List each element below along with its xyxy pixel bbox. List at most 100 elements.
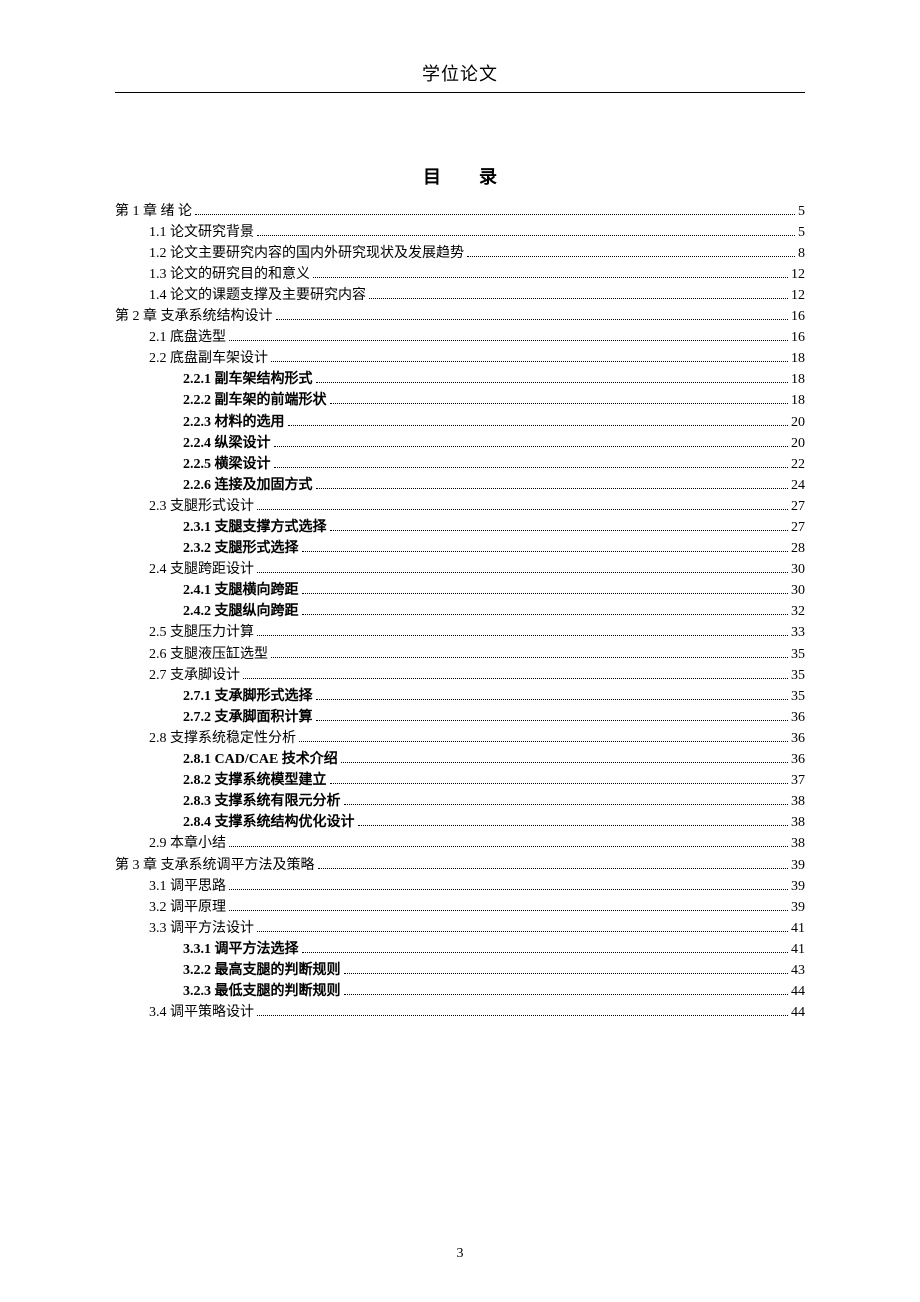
toc-entry-page: 16 <box>791 331 805 345</box>
toc-entry: 第 3 章 支承系统调平方法及策略 39 <box>115 855 805 876</box>
toc-entry-page: 16 <box>791 310 805 324</box>
toc-entry-label: 2.4.2 支腿纵向跨距 <box>183 605 299 619</box>
toc-entry: 2.6 支腿液压缸选型35 <box>115 644 805 665</box>
toc-entry-label: 2.2.2 副车架的前端形状 <box>183 394 327 408</box>
toc-entry: 3.1 调平思路39 <box>115 876 805 897</box>
toc-entry-label: 2.2.3 材料的选用 <box>183 416 285 430</box>
toc-leader-dots <box>229 880 788 890</box>
toc-leader-dots <box>276 310 789 320</box>
toc-entry-label: 3.3 调平方法设计 <box>149 922 254 936</box>
toc-entry: 3.2 调平原理 39 <box>115 897 805 918</box>
toc-leader-dots <box>302 542 789 552</box>
toc-entry: 3.4 调平策略设计44 <box>115 1003 805 1024</box>
toc-entry-label: 2.4 支腿跨距设计 <box>149 563 254 577</box>
toc-entry: 2.3 支腿形式设计27 <box>115 496 805 517</box>
toc-entry-label: 2.7.2 支承脚面积计算 <box>183 711 313 725</box>
toc-entry-label: 3.2 调平原理 <box>149 901 226 915</box>
toc-entry: 第 2 章 支承系统结构设计 16 <box>115 306 805 327</box>
toc-entry: 1.3 论文的研究目的和意义12 <box>115 264 805 285</box>
toc-leader-dots <box>313 268 788 278</box>
toc-entry-page: 12 <box>791 289 805 303</box>
toc-entry-label: 第 2 章 支承系统结构设计 <box>115 310 273 324</box>
toc-entry-page: 39 <box>791 859 805 873</box>
table-of-contents: 第 1 章 绪 论51.1 论文研究背景51.2 论文主要研究内容的国内外研究现… <box>115 201 805 1024</box>
toc-entry-label: 2.8.2 支撑系统模型建立 <box>183 774 327 788</box>
toc-entry: 2.8.3 支撑系统有限元分析38 <box>115 792 805 813</box>
toc-entry: 2.8.1 CAD/CAE 技术介绍 36 <box>115 749 805 770</box>
toc-entry-page: 37 <box>791 774 805 788</box>
toc-leader-dots <box>271 352 788 362</box>
toc-entry-label: 2.9 本章小结 <box>149 837 226 851</box>
toc-leader-dots <box>257 226 795 236</box>
toc-entry: 2.4 支腿跨距设计 30 <box>115 560 805 581</box>
toc-entry-label: 2.3 支腿形式设计 <box>149 500 254 514</box>
toc-entry-page: 30 <box>791 584 805 598</box>
toc-leader-dots <box>330 774 789 784</box>
toc-entry-page: 39 <box>791 901 805 915</box>
toc-entry-page: 5 <box>798 226 805 240</box>
toc-leader-dots <box>316 711 789 721</box>
toc-entry-label: 2.2.5 横梁设计 <box>183 458 271 472</box>
toc-leader-dots <box>330 521 789 531</box>
toc-leader-dots <box>467 247 795 257</box>
toc-entry-label: 3.2.2 最高支腿的判断规则 <box>183 964 341 978</box>
toc-leader-dots <box>229 901 788 911</box>
toc-leader-dots <box>341 753 788 763</box>
toc-entry: 2.5 支腿压力计算33 <box>115 623 805 644</box>
toc-entry-page: 28 <box>791 542 805 556</box>
toc-leader-dots <box>344 795 789 805</box>
toc-leader-dots <box>288 415 789 425</box>
toc-leader-dots <box>369 289 788 299</box>
toc-entry-page: 27 <box>791 521 805 535</box>
toc-entry: 2.4.1 支腿横向跨距30 <box>115 581 805 602</box>
toc-entry-page: 36 <box>791 732 805 746</box>
toc-leader-dots <box>344 985 789 995</box>
toc-leader-dots <box>318 858 789 868</box>
toc-entry: 2.7.2 支承脚面积计算36 <box>115 707 805 728</box>
toc-leader-dots <box>229 837 788 847</box>
toc-entry-page: 38 <box>791 816 805 830</box>
toc-entry: 2.2.4 纵梁设计20 <box>115 433 805 454</box>
toc-entry: 2.8.4 支撑系统结构优化设计38 <box>115 813 805 834</box>
toc-entry: 2.2.3 材料的选用 20 <box>115 412 805 433</box>
toc-entry-page: 41 <box>791 943 805 957</box>
toc-entry-page: 35 <box>791 669 805 683</box>
toc-entry: 3.2.3 最低支腿的判断规则 44 <box>115 981 805 1002</box>
toc-leader-dots <box>195 205 795 215</box>
toc-entry-page: 38 <box>791 795 805 809</box>
toc-entry-label: 3.2.3 最低支腿的判断规则 <box>183 985 341 999</box>
toc-entry-label: 2.8 支撑系统稳定性分析 <box>149 732 296 746</box>
running-head: 学位论文 <box>115 60 805 93</box>
toc-entry: 第 1 章 绪 论5 <box>115 201 805 222</box>
toc-leader-dots <box>302 584 789 594</box>
toc-entry: 2.2 底盘副车架设计18 <box>115 349 805 370</box>
toc-entry-label: 2.7 支承脚设计 <box>149 669 240 683</box>
toc-entry: 2.8.2 支撑系统模型建立 37 <box>115 771 805 792</box>
toc-entry-page: 20 <box>791 437 805 451</box>
toc-leader-dots <box>274 458 789 468</box>
toc-entry-label: 第 3 章 支承系统调平方法及策略 <box>115 859 315 873</box>
toc-entry-label: 2.8.1 CAD/CAE 技术介绍 <box>183 753 338 767</box>
toc-entry-page: 36 <box>791 753 805 767</box>
toc-entry: 2.1 底盘选型 16 <box>115 328 805 349</box>
toc-entry: 2.4.2 支腿纵向跨距32 <box>115 602 805 623</box>
toc-entry-page: 20 <box>791 416 805 430</box>
toc-entry: 2.7.1 支承脚形式选择35 <box>115 686 805 707</box>
page: 学位论文 目录 第 1 章 绪 论51.1 论文研究背景51.2 论文主要研究内… <box>0 0 920 1302</box>
toc-leader-dots <box>316 690 789 700</box>
toc-entry-page: 18 <box>791 352 805 366</box>
toc-title: 目录 <box>153 163 805 189</box>
toc-entry: 2.9 本章小结 38 <box>115 834 805 855</box>
toc-leader-dots <box>257 1006 788 1016</box>
toc-leader-dots <box>302 943 789 953</box>
toc-entry-page: 30 <box>791 563 805 577</box>
toc-entry: 2.3.2 支腿形式选择28 <box>115 539 805 560</box>
toc-entry-page: 38 <box>791 837 805 851</box>
toc-entry-page: 44 <box>791 985 805 999</box>
toc-leader-dots <box>330 394 789 404</box>
toc-entry-label: 2.2.1 副车架结构形式 <box>183 373 313 387</box>
toc-entry-label: 1.1 论文研究背景 <box>149 226 254 240</box>
toc-entry-page: 33 <box>791 626 805 640</box>
toc-entry-label: 2.2.6 连接及加固方式 <box>183 479 313 493</box>
toc-entry-label: 2.1 底盘选型 <box>149 331 226 345</box>
